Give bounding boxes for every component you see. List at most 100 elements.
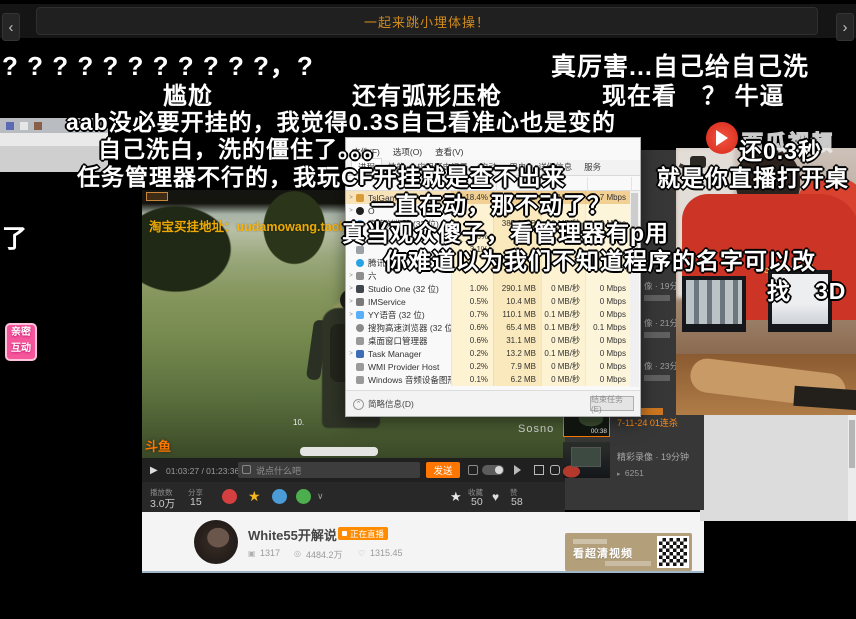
process-dsk-value: 0.1 MB/秒 <box>541 347 585 360</box>
process-icon <box>356 350 364 358</box>
streamer-name[interactable]: White55开解说 <box>248 525 337 544</box>
expand-icon[interactable]: > <box>346 273 356 279</box>
process-icon <box>356 324 364 332</box>
browser-tab-icon <box>34 122 42 130</box>
activity-badge-line2: 互动 <box>7 341 35 357</box>
live-badge[interactable]: 正在直播 <box>338 527 388 540</box>
process-name: Studio One (32 位) <box>368 283 451 295</box>
process-dsk-value: 0 MB/秒 <box>541 282 585 295</box>
banner-text-fragment <box>605 561 651 566</box>
process-net-value: 0 Mbps <box>585 360 631 373</box>
process-cpu-value: 0.6% <box>451 321 493 334</box>
banner-title: 看超清视频 <box>573 545 633 561</box>
process-net-value: 0.1 Mbps <box>585 321 631 334</box>
browser-tab-icon <box>20 122 28 130</box>
expand-icon[interactable]: > <box>346 299 356 305</box>
expand-icon[interactable]: > <box>346 286 356 292</box>
process-icon <box>356 311 364 319</box>
expand-icon[interactable]: > <box>346 351 356 357</box>
live-badge-label: 正在直播 <box>350 528 384 540</box>
web-fullscreen-icon[interactable] <box>534 465 544 475</box>
game-map-label: Sosno <box>518 423 554 435</box>
process-row[interactable]: >Task Manager0.2%13.2 MB0.1 MB/秒0 Mbps <box>346 347 631 360</box>
promo-banner[interactable]: 看超清视频 <box>565 533 692 571</box>
favorite-icon[interactable]: ★ <box>450 489 462 505</box>
theater-mode-icon[interactable] <box>550 465 560 475</box>
process-net-value: 0 Mbps <box>585 282 631 295</box>
play-count-value: 3.0万 <box>150 496 175 511</box>
background-page-area <box>700 415 856 521</box>
like-value: 58 <box>511 496 523 508</box>
process-row[interactable]: 搜狗高速浏览器 (32 位)0.6%65.4 MB0.1 MB/秒0.1 Mbp… <box>346 321 631 334</box>
streamer-avatar[interactable] <box>194 520 238 564</box>
douyu-watermark: 斗鱼 <box>145 436 171 455</box>
next-video-button[interactable]: › <box>836 13 854 41</box>
chevron-right-icon: › <box>843 19 848 36</box>
prev-video-button[interactable]: ‹ <box>2 13 20 41</box>
process-row[interactable]: >Studio One (32 位)1.0%290.1 MB0 MB/秒0 Mb… <box>346 282 631 295</box>
process-name: 桌面窗口管理器 <box>368 335 451 347</box>
process-cpu-value: 0.6% <box>451 334 493 347</box>
danmaku-comment: 你难道以为我们不知道程序的名字可以改 <box>384 242 816 276</box>
favorite-value: 50 <box>471 496 483 508</box>
process-row[interactable]: 桌面窗口管理器0.6%31.1 MB0 MB/秒0 Mbps <box>346 334 631 347</box>
expand-icon[interactable]: > <box>346 208 356 214</box>
menu-item[interactable]: 查看(V) <box>435 146 463 158</box>
process-mem-value: 7.9 MB <box>493 360 541 373</box>
like-icon[interactable]: ♥ <box>492 490 499 504</box>
emoji-icon[interactable] <box>242 465 251 474</box>
process-dsk-value: 0 MB/秒 <box>541 295 585 308</box>
fewer-details-button[interactable]: ⌃ 简略信息(D) <box>353 398 414 410</box>
streamer-stat-1: 1317 <box>260 548 280 558</box>
cheat-shop-watermark: 淘宝买挂地址：uudamowang.taob <box>149 216 347 235</box>
qzone-share-icon[interactable]: ★ <box>248 488 261 505</box>
sidebar-video-views-2: ▸ 6251 <box>617 468 644 478</box>
danmaku-comment: 找 3D <box>767 272 846 306</box>
process-row[interactable]: Windows 音频设备图形隔离0.1%6.2 MB0 MB/秒0 Mbps <box>346 373 631 386</box>
process-row[interactable]: >YY语音 (32 位)0.7%110.1 MB0.1 MB/秒0 Mbps <box>346 308 631 321</box>
process-dsk-value: 0 MB/秒 <box>541 360 585 373</box>
video-title-bar: 一起来跳小埋体操！ <box>36 7 818 35</box>
expand-icon[interactable]: > <box>346 195 356 201</box>
danmaku-input[interactable]: 说点什么吧 <box>238 462 420 478</box>
expand-icon[interactable]: > <box>346 312 356 318</box>
play-icon[interactable]: ▶ <box>150 465 158 476</box>
process-name: Windows 音频设备图形隔离 <box>368 374 451 386</box>
process-mem-value: 65.4 MB <box>493 321 541 334</box>
sidebar-video-title-2[interactable]: 精彩录像 · 19分钟 <box>617 450 703 463</box>
streamer-stat-2: 4484.2万 <box>306 548 343 561</box>
more-share-icon[interactable]: ∨ <box>317 491 324 502</box>
process-cpu-value: 0.2% <box>451 347 493 360</box>
qq-share-icon[interactable] <box>272 489 287 504</box>
danmaku-switch[interactable] <box>482 465 504 475</box>
danmaku-comment: 了 <box>2 219 28 255</box>
process-icon <box>356 259 364 267</box>
wechat-share-icon[interactable] <box>296 489 311 504</box>
danmaku-toggle-icon[interactable] <box>468 465 478 475</box>
volume-icon[interactable] <box>514 465 526 475</box>
process-icon <box>356 194 364 202</box>
page-scrollbar-thumb[interactable] <box>849 420 855 468</box>
process-row[interactable]: >IMService0.5%10.4 MB0 MB/秒0 Mbps <box>346 295 631 308</box>
activity-badge[interactable]: 亲密 互动 <box>5 323 37 361</box>
process-row[interactable]: WMI Provider Host0.2%7.9 MB0 MB/秒0 Mbps <box>346 360 631 373</box>
collapse-icon: ⌃ <box>353 399 364 410</box>
browser-tab-icon <box>6 122 14 130</box>
tab-服务[interactable]: 服务 <box>578 159 607 175</box>
weibo-share-icon[interactable] <box>222 489 237 504</box>
sidebar-video-thumbnail-2[interactable] <box>563 442 610 478</box>
send-button-label: 发送 <box>433 463 452 477</box>
banner-text-fragment <box>573 539 607 544</box>
process-name: YY语音 (32 位) <box>368 309 451 321</box>
process-icon <box>356 298 364 306</box>
task-manager-footer: ⌃ 简略信息(D) 结束任务(E) <box>346 390 640 416</box>
send-button[interactable]: 发送 <box>426 462 460 478</box>
app-top-bar: 一起来跳小埋体操！ <box>0 4 856 38</box>
menu-item[interactable]: 选项(O) <box>393 146 422 158</box>
screenshot-stage: 一起来跳小埋体操！ ‹ › 淘宝买挂地址：uudamowang.taob 10.… <box>0 0 856 619</box>
end-task-button[interactable]: 结束任务(E) <box>590 396 634 411</box>
sidebar-video-title-1[interactable]: 7-11-24 01连杀 <box>617 418 703 429</box>
process-mem-value: 110.1 MB <box>493 308 541 321</box>
process-cpu-value: 1.0% <box>451 282 493 295</box>
process-mem-value: 10.4 MB <box>493 295 541 308</box>
